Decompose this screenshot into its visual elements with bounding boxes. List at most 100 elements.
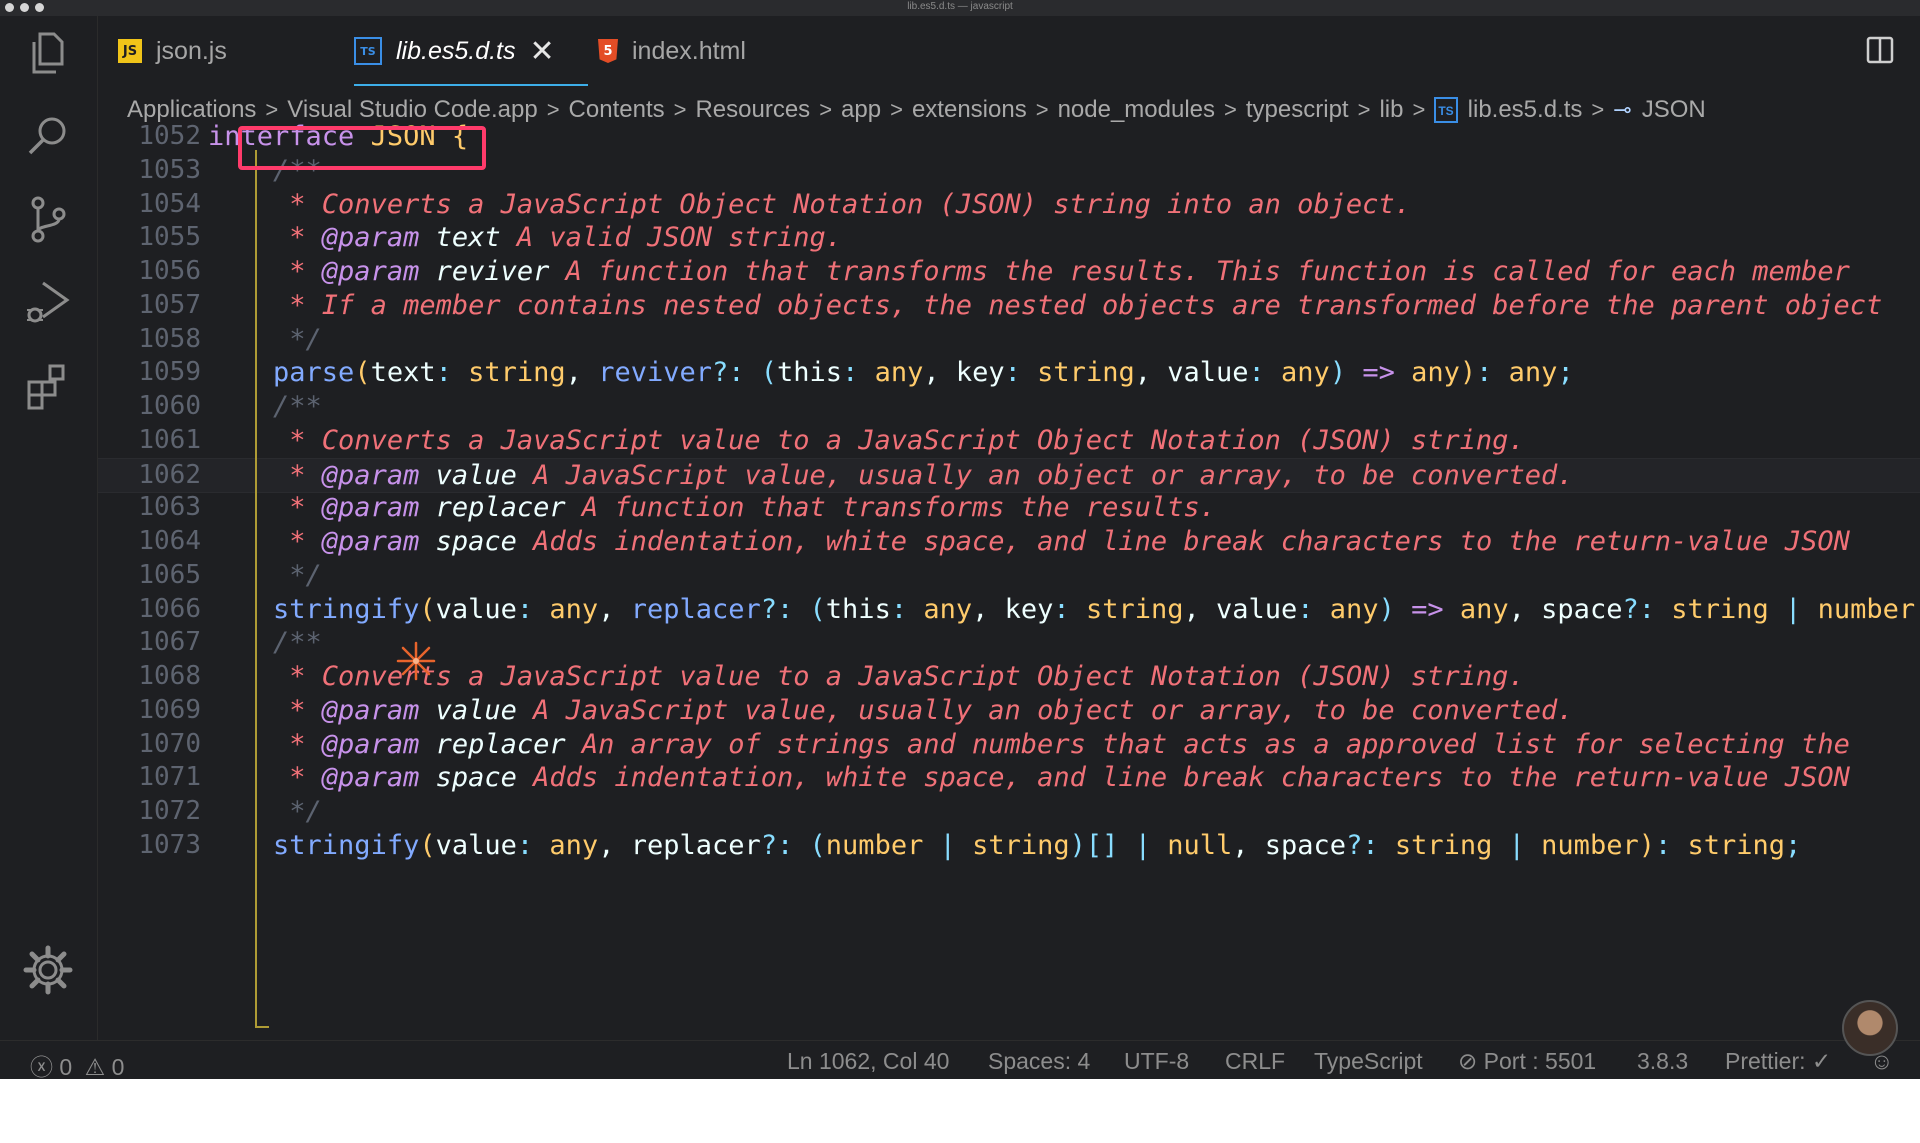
- tab-json-js[interactable]: JS json.js: [118, 16, 227, 86]
- line-number: 1066: [138, 593, 201, 624]
- line-number: 1064: [138, 526, 201, 556]
- line-content: stringify(value: any, replacer?: (number…: [208, 829, 1801, 863]
- code-token: string: [1085, 593, 1184, 625]
- code-token: ,: [565, 357, 599, 389]
- code-line[interactable]: 1072 */: [98, 795, 1920, 829]
- code-token: number: [1541, 829, 1639, 861]
- code-token: this: [777, 357, 843, 389]
- split-editor-icon[interactable]: [1866, 36, 1894, 64]
- code-line[interactable]: 1055 * @param text A valid JSON string.: [98, 221, 1920, 255]
- source-control-button[interactable]: [20, 191, 76, 247]
- cursor-position[interactable]: Ln 1062, Col 40: [787, 1048, 949, 1075]
- code-token: :: [1004, 357, 1038, 389]
- breadcrumb-symbol[interactable]: JSON: [1642, 96, 1706, 124]
- title-bar: lib.es5.d.ts — javascript: [0, 0, 1920, 16]
- code-token: ,: [598, 593, 631, 625]
- tab-index-html[interactable]: 5 index.html: [598, 16, 746, 86]
- code-line[interactable]: 1054 * Converts a JavaScript Object Nota…: [98, 188, 1920, 222]
- code-token: ): [1638, 829, 1655, 861]
- breadcrumb-item[interactable]: Visual Studio Code.app: [287, 96, 537, 124]
- live-server-port[interactable]: ⊘ Port : 5501: [1458, 1048, 1596, 1075]
- js-file-icon: JS: [118, 39, 142, 63]
- code-token: Converts a JavaScript value to a JavaScr…: [321, 424, 1525, 456]
- code-token: null: [1167, 829, 1233, 861]
- code-line[interactable]: 1057 * If a member contains nested objec…: [98, 289, 1920, 323]
- code-line[interactable]: 1066 stringify(value: any, replacer?: (t…: [98, 593, 1920, 627]
- code-line[interactable]: 1059 parse(text: string, reviver?: (this…: [98, 356, 1920, 390]
- code-token: ?:: [711, 357, 761, 389]
- extensions-button[interactable]: [20, 357, 76, 413]
- code-line[interactable]: 1056 * @param reviver A function that tr…: [98, 255, 1920, 289]
- tab-lib-es5-d-ts[interactable]: TS lib.es5.d.ts ✕: [354, 16, 588, 86]
- source-control-icon: [31, 196, 66, 243]
- code-editor[interactable]: 1073 stringify(value: any, replacer?: (n…: [98, 124, 1920, 1056]
- code-token: reviver: [598, 357, 712, 389]
- code-line[interactable]: 1071 * @param space Adds indentation, wh…: [98, 761, 1920, 795]
- line-content: * @param space Adds indentation, white s…: [208, 525, 1850, 559]
- indentation-setting[interactable]: Spaces: 4: [988, 1048, 1090, 1075]
- breadcrumb-item[interactable]: node_modules: [1058, 96, 1215, 124]
- eol-setting[interactable]: CRLF: [1225, 1048, 1285, 1075]
- code-token: text: [435, 222, 501, 254]
- code-line[interactable]: 1069 * @param value A JavaScript value, …: [98, 694, 1920, 728]
- code-token: |: [923, 829, 973, 861]
- indent-guide: [255, 150, 257, 1028]
- breadcrumb-item[interactable]: app: [841, 96, 881, 124]
- line-number: 1056: [138, 256, 201, 286]
- code-token: text: [370, 357, 436, 389]
- breadcrumb-item[interactable]: lib: [1379, 96, 1403, 124]
- code-line[interactable]: 1070 * @param replacer An array of strin…: [98, 728, 1920, 762]
- code-token: any: [1281, 357, 1330, 389]
- code-line[interactable]: 1067 /**: [98, 626, 1920, 660]
- encoding-setting[interactable]: UTF-8: [1124, 1048, 1189, 1075]
- code-token: any: [549, 593, 599, 625]
- line-content: * @param value A JavaScript value, usual…: [208, 694, 1574, 728]
- code-token: Adds indentation, white space, and line …: [516, 762, 1850, 794]
- prettier-status[interactable]: Prettier: ✓: [1725, 1048, 1831, 1075]
- code-token: |: [1768, 593, 1818, 625]
- code-line[interactable]: 1068 * Converts a JavaScript value to a …: [98, 660, 1920, 694]
- search-button[interactable]: [20, 108, 76, 164]
- code-line[interactable]: 1073 stringify(value: any, replacer?: (n…: [98, 829, 1920, 863]
- code-token: stringify: [273, 829, 420, 861]
- code-token: any: [1508, 357, 1558, 389]
- breadcrumb-file[interactable]: lib.es5.d.ts: [1468, 96, 1583, 124]
- code-line[interactable]: 1060 /**: [98, 390, 1920, 424]
- explorer-button[interactable]: [20, 25, 76, 81]
- code-line[interactable]: 1062 * @param value A JavaScript value, …: [98, 457, 1920, 494]
- code-token: :: [516, 829, 550, 861]
- code-line[interactable]: 1064 * @param space Adds indentation, wh…: [98, 525, 1920, 559]
- manage-button[interactable]: [20, 942, 76, 998]
- problems-indicator[interactable]: ⓧ 0 ⚠ 0: [30, 1048, 124, 1079]
- run-debug-icon: [27, 281, 70, 323]
- code-line[interactable]: 1058 */: [98, 323, 1920, 357]
- close-icon[interactable]: ✕: [530, 34, 555, 69]
- breadcrumb-item[interactable]: Applications: [127, 96, 256, 124]
- language-mode[interactable]: TypeScript: [1314, 1048, 1423, 1075]
- breadcrumb-item[interactable]: typescript: [1246, 96, 1349, 124]
- code-token: |: [1492, 829, 1542, 861]
- code-token: ,: [972, 593, 1005, 625]
- code-token: An array of strings and numbers that act…: [565, 728, 1850, 760]
- code-token: |: [1118, 829, 1168, 861]
- warning-count: 0: [111, 1054, 125, 1079]
- typescript-version[interactable]: 3.8.3: [1637, 1048, 1688, 1075]
- run-debug-button[interactable]: [20, 274, 76, 330]
- line-content: * @param replacer An array of strings an…: [208, 728, 1850, 762]
- breadcrumb-item[interactable]: Contents: [569, 96, 665, 124]
- code-line[interactable]: 1065 */: [98, 559, 1920, 593]
- code-token: /**: [208, 627, 322, 659]
- breadcrumb-item[interactable]: extensions: [912, 96, 1027, 124]
- code-token: A JavaScript value, usually an object or…: [516, 694, 1574, 726]
- code-token: value: [435, 829, 517, 861]
- code-token: space: [1264, 829, 1347, 861]
- code-line[interactable]: 1061 * Converts a JavaScript value to a …: [98, 424, 1920, 458]
- code-token: value: [435, 459, 517, 491]
- code-token: If a member contains nested objects, the…: [321, 289, 1883, 321]
- code-token: A function that transforms the results.: [565, 492, 1216, 524]
- line-number: 1052: [138, 124, 201, 151]
- code-token: (: [809, 593, 826, 625]
- code-line[interactable]: 1063 * @param replacer A function that t…: [98, 491, 1920, 525]
- line-content: */: [208, 323, 322, 357]
- breadcrumb-item[interactable]: Resources: [695, 96, 810, 124]
